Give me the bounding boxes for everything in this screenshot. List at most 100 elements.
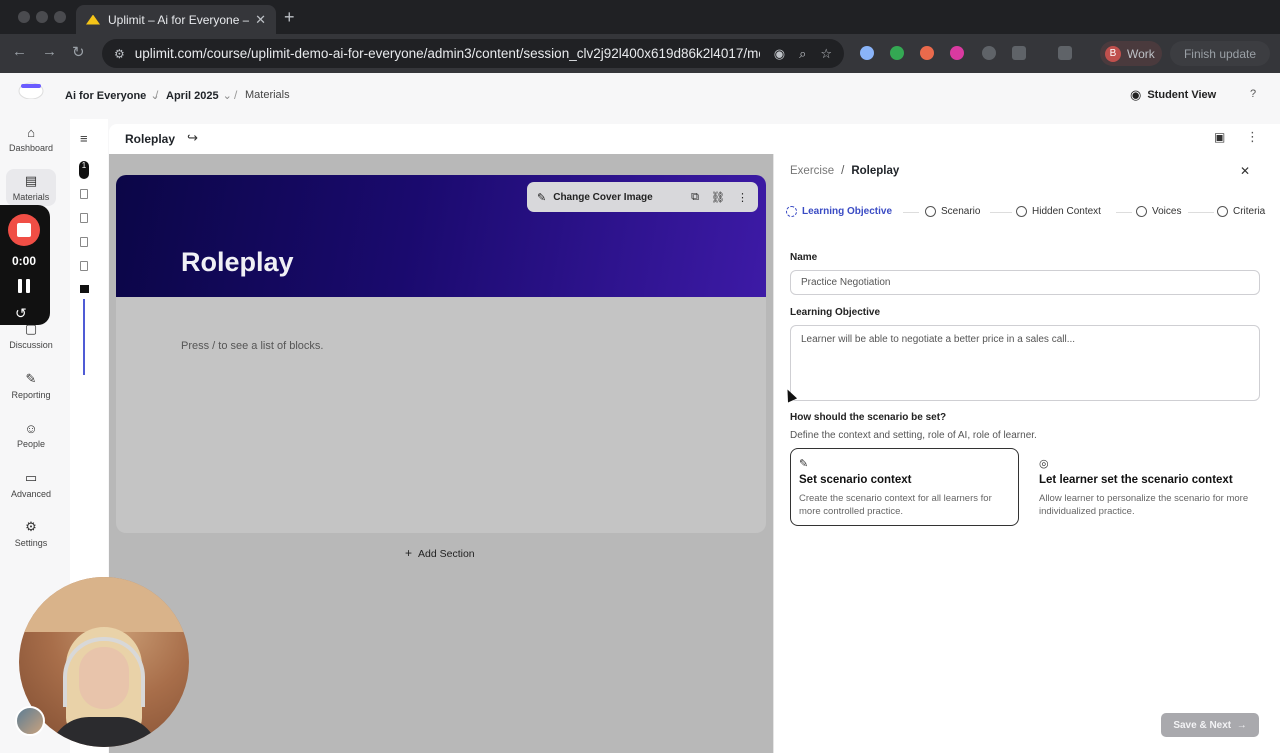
extension-2-icon[interactable] [890,46,904,60]
extension-1-icon[interactable] [860,46,874,60]
share-icon[interactable]: ↪ [187,130,198,146]
back-icon[interactable]: ← [12,43,27,60]
option-learner-sets-context[interactable]: ◎ Let learner set the scenario context A… [1030,448,1259,526]
site-settings-icon[interactable]: ⚙ [114,47,125,61]
reload-icon[interactable]: ↻ [72,43,85,61]
pencil-icon: ✎ [537,191,547,204]
cover-toolbar: ✎ Change Cover Image ⧉ ⛓ ⋮ [527,182,758,212]
edit-icon: ✎ [799,458,809,470]
people-icon: ☺ [24,421,38,436]
extension-3-icon[interactable] [920,46,934,60]
restart-icon[interactable]: ↺ [15,305,27,322]
step-learning-objective[interactable]: Learning Objective [786,206,892,217]
breadcrumb-cohort[interactable]: April 2025 ⌄ [166,89,232,102]
sidebar-item-advanced[interactable]: ▭ Advanced [0,470,62,499]
change-cover-button[interactable]: Change Cover Image [553,192,679,203]
bookmark-star-icon[interactable]: ☆ [820,46,832,62]
crumb-parent[interactable]: Exercise [790,165,834,177]
outline-item-number[interactable]: 1 [79,161,89,179]
page-icon[interactable] [80,261,88,271]
step-label: Scenario [941,206,981,217]
editor-canvas: Roleplay ✎ Change Cover Image ⧉ ⛓ ⋮ Pres… [109,154,773,753]
forward-icon[interactable]: → [42,43,57,60]
window-minimize-dot[interactable] [36,11,48,23]
finish-update-button[interactable]: Finish update [1170,41,1270,66]
close-icon[interactable]: ✕ [1240,164,1250,178]
tab-title: Uplimit – Ai for Everyone – Ap [108,12,250,27]
block-placeholder[interactable]: Press / to see a list of blocks. [181,340,323,352]
browser-toolbar: ← → ↻ ⚙ uplimit.com/course/uplimit-demo-… [0,34,1280,73]
more-icon[interactable]: ⋮ [737,191,748,204]
sidebar-item-label: Discussion [9,340,53,350]
new-tab-icon[interactable]: + [284,7,295,28]
hamburger-menu-icon[interactable]: ≡ [80,131,88,146]
step-hidden-context[interactable]: Hidden Context [1016,206,1101,217]
objective-textarea[interactable]: Learner will be able to negotiate a bett… [790,325,1260,401]
sidebar-item-label: Settings [14,538,48,548]
sidebar-item-discussion[interactable]: ▢ Discussion [0,321,62,350]
sidebar-item-settings[interactable]: ⚙ Settings [0,519,62,548]
tab-search-icon[interactable] [1058,46,1072,60]
cover-title[interactable]: Roleplay [181,247,294,278]
link-icon[interactable]: ⛓ [711,191,725,204]
help-button[interactable]: ? [1250,88,1256,100]
sidebar-item-materials[interactable]: ▤ Materials [6,169,56,206]
stop-recording-button[interactable] [8,214,40,246]
browser-tab-bar: Uplimit – Ai for Everyone – Ap ✕ + [0,0,1280,34]
sidebar-item-dashboard[interactable]: ⌂ Dashboard [0,125,62,153]
scenario-question: How should the scenario be set? [790,412,947,423]
breadcrumb-course[interactable]: Ai for Everyone ⌄ [65,89,160,102]
address-bar[interactable]: ⚙ uplimit.com/course/uplimit-demo-ai-for… [102,39,844,68]
pause-icon[interactable] [17,279,31,293]
profile-chip[interactable]: B Work [1100,41,1162,66]
add-section-button[interactable]: + Add Section [405,546,475,560]
window-close-dot[interactable] [18,11,30,23]
page-icon[interactable] [80,213,88,223]
breadcrumb-section[interactable]: Materials [245,89,290,101]
briefcase-icon[interactable]: ▣ [1214,130,1225,144]
extension-5-icon[interactable] [982,46,996,60]
extension-4-icon[interactable] [950,46,964,60]
step-connector [1116,212,1132,213]
save-next-button[interactable]: Save & Next → [1161,713,1259,737]
lens-icon[interactable]: ◉ [774,46,785,62]
name-label: Name [790,252,818,263]
advanced-icon: ▭ [24,470,38,485]
page-icon[interactable] [80,237,88,247]
step-label: Hidden Context [1032,206,1101,217]
webcam-background [19,577,189,632]
name-field[interactable]: Practice Negotiation [790,270,1260,295]
extensions-puzzle-icon[interactable] [1012,46,1026,60]
sidebar-item-people[interactable]: ☺ People [0,421,62,449]
step-scenario[interactable]: Scenario [925,206,980,217]
option-title: Let learner set the scenario context [1039,474,1233,486]
more-options-icon[interactable]: ⋮ [1246,129,1259,145]
duplicate-icon[interactable]: ⧉ [691,191,699,204]
student-view-button[interactable]: ◉ Student View [1120,83,1226,107]
step-connector [990,212,1012,213]
option-title: Set scenario context [799,474,912,486]
book-open-icon[interactable] [80,285,89,293]
panel-breadcrumb: Exercise / Roleplay [790,165,899,177]
screen-recorder-widget: 0:00 ↺ [0,205,50,325]
step-label: Voices [1152,206,1182,217]
user-circle-icon: ◎ [1039,458,1049,470]
step-label: Learning Objective [802,206,893,217]
crumb-separator: / [841,165,845,177]
breadcrumb-separator: / [234,88,238,102]
exercise-stepper: Learning Objective Scenario Hidden Conte… [786,206,1280,222]
editor: Roleplay ↪ ▣ ⋮ Roleplay ✎ Change Cover I… [109,124,1280,753]
eye-icon: ◉ [1130,87,1142,102]
option-set-scenario-context[interactable]: ✎ Set scenario context Create the scenar… [790,448,1019,526]
browser-tab[interactable]: Uplimit – Ai for Everyone – Ap ✕ [76,5,276,34]
page-icon[interactable] [80,189,88,199]
step-voices[interactable]: Voices [1136,206,1181,217]
sidebar-item-reporting[interactable]: ✎ Reporting [0,371,62,400]
zoom-icon[interactable]: ⌕ [799,46,806,62]
option-description: Allow learner to personalize the scenari… [1039,493,1249,517]
window-zoom-dot[interactable] [54,11,66,23]
user-avatar[interactable] [15,706,45,736]
tab-close-icon[interactable]: ✕ [255,12,266,28]
step-criteria[interactable]: Criteria [1217,206,1265,217]
arrow-right-icon: → [1236,719,1247,731]
